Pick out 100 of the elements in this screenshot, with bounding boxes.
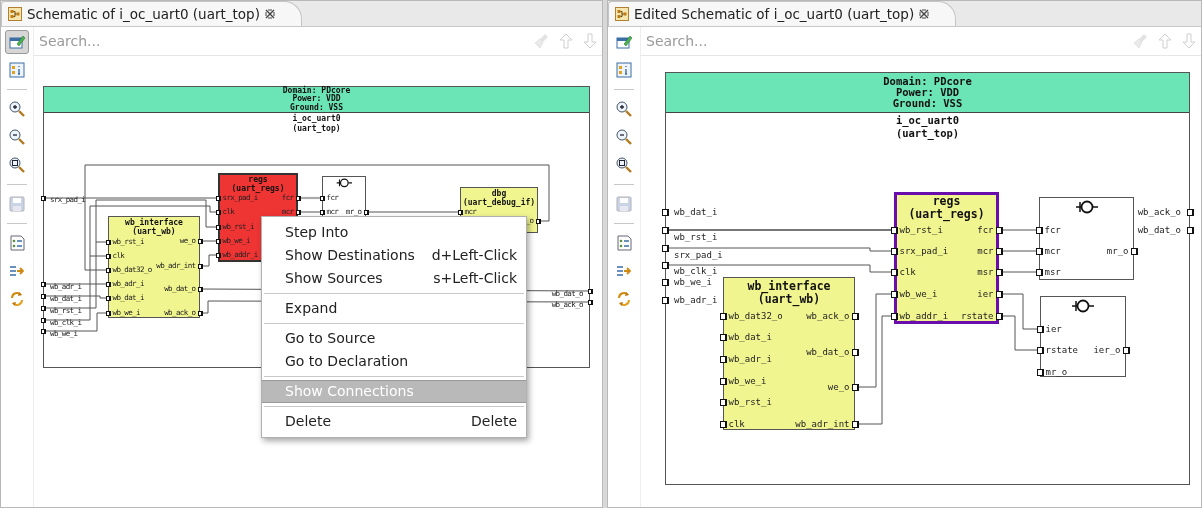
block-title: (uart_wb) (757, 293, 821, 306)
pin-label: rstate (1045, 345, 1078, 355)
zoom-fit-icon (8, 156, 26, 174)
pin-label: ier_o (1093, 345, 1121, 355)
menu-item[interactable]: Delete Delete (262, 410, 526, 433)
pin-label: wb_dat_o (806, 347, 850, 357)
pin-label: wb_we_i (899, 289, 938, 299)
editor-tab[interactable]: Edited Schematic of i_oc_uart0 (uart_top) (608, 1, 957, 26)
port-icon (719, 333, 727, 341)
port-icon (851, 348, 859, 356)
instance-name: (uart_top) (292, 125, 341, 134)
port-icon (215, 224, 221, 230)
pin-label: mcr (1044, 246, 1061, 256)
port-icon (1130, 247, 1138, 255)
pin-label: wb_dat32_o (728, 311, 783, 321)
pin-label: wb_we_i (728, 376, 767, 386)
search-field[interactable]: Search... (34, 30, 530, 52)
block-title: regs (248, 176, 268, 185)
port-icon (719, 420, 727, 428)
port-icon (295, 195, 301, 201)
instance-name: i_oc_uart0 (895, 115, 960, 126)
pin-label: mcr (977, 246, 994, 256)
port-icon (1036, 346, 1044, 354)
pin-label: wb_rst_i (899, 225, 943, 235)
port-icon (1186, 226, 1194, 234)
pin-label: fcr (977, 225, 994, 235)
save-icon (615, 195, 633, 213)
block-title: regs (932, 195, 961, 208)
edit-button[interactable] (5, 30, 29, 54)
save-icon (8, 195, 26, 213)
port-icon (661, 226, 669, 234)
pin-label: wb_rst_i (728, 397, 772, 407)
pin-label: wb_adr_i (674, 295, 718, 305)
pin-label: wb_dat_i (674, 207, 718, 217)
gate-symbol-icon (1074, 200, 1099, 214)
down-arrow-icon (581, 32, 599, 50)
port-icon (1036, 368, 1044, 376)
zoom-fit-icon (615, 156, 633, 174)
gate-symbol-icon (1071, 299, 1095, 313)
pin-label: msr (1044, 267, 1061, 277)
port-icon (105, 295, 111, 301)
pin-label: wb_we_i (674, 277, 712, 287)
block-title: (uart_wb) (132, 228, 176, 237)
port-icon (661, 261, 669, 269)
menu-item[interactable]: Go to Source (262, 327, 526, 350)
menu-item[interactable]: Show Sources s+Left-Click (262, 267, 526, 290)
menu-item[interactable]: Go to Declaration (262, 350, 526, 373)
block-title: (uart_regs) (908, 208, 985, 221)
port-icon (661, 296, 669, 304)
domain-text: Ground: VSS (892, 98, 963, 109)
pin-label: wb_dat_i (728, 332, 772, 342)
schematic-icon (615, 7, 629, 21)
port-icon (1035, 226, 1043, 234)
pin-label: ier (977, 289, 994, 299)
zoom-out-icon (8, 128, 26, 146)
port-icon (995, 247, 1003, 255)
gate-block[interactable]: fcr mcr msr mr_o (1039, 197, 1134, 280)
port-icon (851, 312, 859, 320)
pin-label: we_o (827, 382, 850, 392)
pin-label: wb_rst_i (674, 232, 718, 242)
sync-icon (615, 290, 633, 308)
pin-label: mr_o (1045, 367, 1068, 377)
menu-item[interactable]: Expand (262, 297, 526, 320)
port-icon (1035, 247, 1043, 255)
domain-text: Ground: VSS (290, 103, 343, 113)
broom-icon (533, 32, 551, 50)
port-icon (1122, 346, 1130, 354)
port-icon (215, 195, 221, 201)
port-icon (105, 239, 111, 245)
port-icon (851, 420, 859, 428)
editor-tab[interactable]: Schematic of i_oc_uart0 (uart_top) (1, 1, 302, 26)
domain-text: Power: VDD (895, 87, 960, 98)
port-icon (890, 226, 898, 234)
port-icon (1035, 268, 1043, 276)
port-icon (197, 286, 203, 292)
pin-label: wb_clk_i (674, 266, 718, 276)
port-icon (890, 268, 898, 276)
instance-name: (uart_top) (895, 128, 960, 140)
port-icon (890, 312, 898, 320)
port-icon (105, 310, 111, 316)
port-icon (995, 226, 1003, 234)
port-icon (105, 267, 111, 273)
port-icon (215, 209, 221, 215)
pin-label: wb_adr_int (795, 419, 850, 429)
port-icon (719, 355, 727, 363)
pin-label: wb_dat_o (1137, 225, 1181, 235)
gate-symbol-icon (335, 178, 353, 189)
port-icon (661, 208, 669, 216)
pin-label: srx_pad_i (674, 250, 723, 260)
search-field[interactable]: Search... (641, 30, 1129, 52)
info-icon (8, 61, 26, 79)
port-icon (661, 278, 669, 286)
port-icon (40, 195, 46, 201)
gate-block[interactable]: ier rstate mr_o ier_o (1040, 296, 1126, 377)
document-icon (8, 234, 26, 252)
info-icon (615, 61, 633, 79)
pin-label: srx_pad_i (899, 246, 949, 256)
port-icon (215, 252, 221, 258)
zoom-in-icon (615, 100, 633, 118)
zoom-out-icon (615, 128, 633, 146)
